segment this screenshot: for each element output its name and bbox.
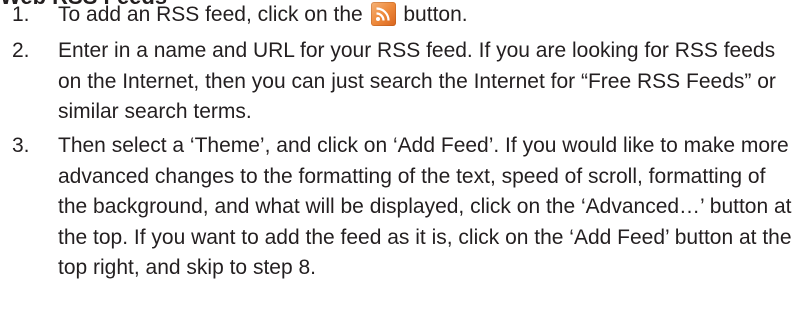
step-text: Then select a ‘Theme’, and click on ‘Add… [58,134,792,279]
step-number: 3. [12,134,30,157]
step-number: 2. [12,39,30,62]
step-text: button. [403,3,468,26]
step-text: Enter in a name and URL for your RSS fee… [58,39,776,123]
step-text: To add an RSS feed, click on the [58,3,363,26]
instruction-list: 1. To add an RSS feed, click on the butt… [0,0,804,284]
step-number: 1. [12,3,30,26]
instruction-step-3: 3. Then select a ‘Theme’, and click on ‘… [0,131,804,284]
instruction-step-1: 1. To add an RSS feed, click on the butt… [0,0,804,36]
rss-icon [370,2,396,26]
instruction-step-2: 2. Enter in a name and URL for your RSS … [0,36,804,131]
